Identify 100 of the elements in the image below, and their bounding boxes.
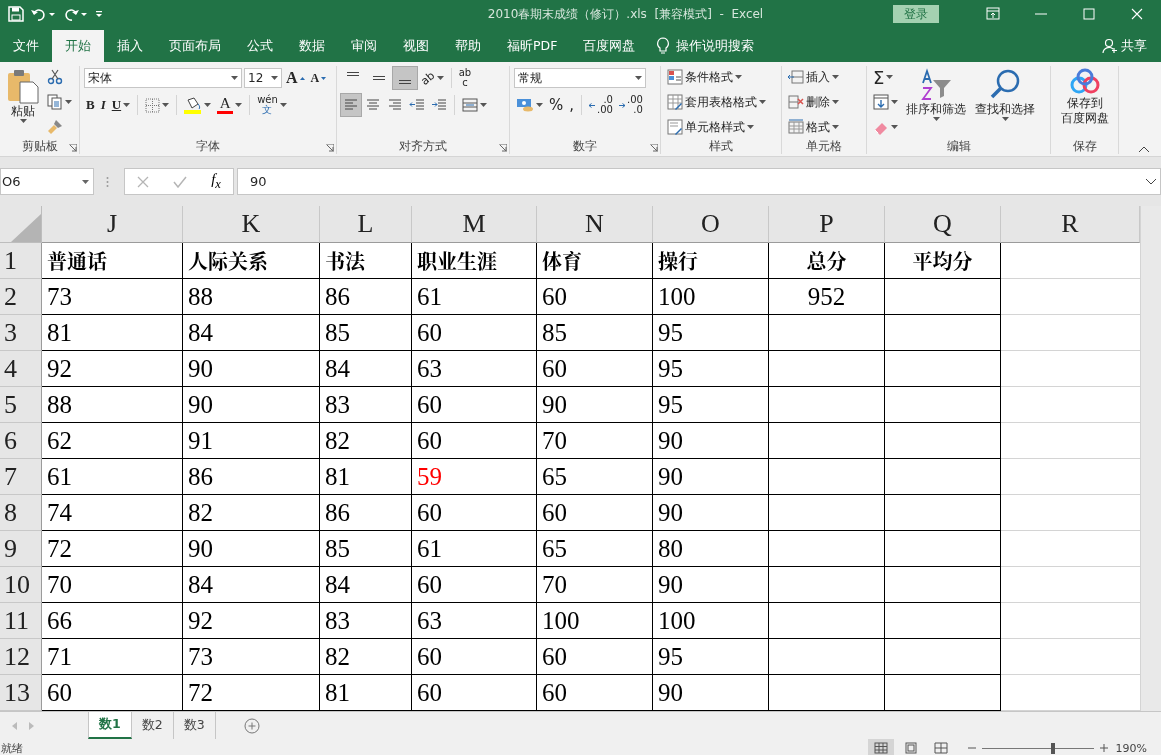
bold-button[interactable]: B [84, 94, 97, 116]
row-header[interactable]: 4 [0, 351, 42, 387]
ribbon-tab[interactable]: 数据 [286, 30, 338, 62]
font-size-field[interactable]: 12 [244, 68, 282, 88]
column-header[interactable]: O [653, 206, 769, 243]
sheet-tab[interactable]: 数1 [88, 712, 132, 739]
save-to-cloud-button[interactable]: 保存到 百度网盘 [1055, 66, 1114, 138]
row-header[interactable]: 13 [0, 675, 42, 711]
dialog-launcher-icon[interactable] [326, 144, 334, 152]
paste-button[interactable]: 粘贴 [4, 66, 42, 138]
caret-icon [123, 103, 131, 107]
table-cell: 61 [412, 531, 537, 567]
insert-cells-button[interactable]: 插入 [786, 66, 841, 88]
dialog-launcher-icon[interactable] [69, 144, 77, 152]
delete-cells-button[interactable]: 删除 [786, 91, 841, 113]
row-header[interactable]: 11 [0, 603, 42, 639]
conditional-formatting-button[interactable]: 条件格式 [665, 66, 768, 88]
row-header[interactable]: 8 [0, 495, 42, 531]
font-color-button[interactable]: A [215, 94, 245, 116]
ribbon-tab[interactable]: 审阅 [338, 30, 390, 62]
ribbon-tab[interactable]: 公式 [234, 30, 286, 62]
row-header[interactable]: 12 [0, 639, 42, 675]
column-header[interactable]: P [769, 206, 885, 243]
slider-thumb[interactable] [1051, 742, 1055, 754]
column-header[interactable]: L [320, 206, 412, 243]
quad-grid-icon [933, 742, 948, 754]
column-header[interactable]: J [42, 206, 183, 243]
expand-icon[interactable] [1146, 178, 1156, 185]
cell-styles-button[interactable]: 单元格样式 [665, 116, 768, 138]
vertical-scrollbar[interactable] [1140, 206, 1161, 711]
column-header[interactable]: K [183, 206, 320, 243]
column-header[interactable]: N [537, 206, 653, 243]
copy-button[interactable] [45, 91, 74, 113]
comma-style-button[interactable]: , [567, 94, 577, 116]
insert-function-button[interactable]: f$_{x}$ [211, 171, 221, 192]
table-cell: 63 [412, 351, 537, 387]
autosum-button[interactable]: Σ [871, 66, 900, 88]
dialog-launcher-icon[interactable] [650, 144, 658, 152]
search-hint[interactable]: 操作说明搜索 [676, 37, 755, 55]
maximize-icon[interactable] [1081, 6, 1097, 22]
ribbon-display-icon[interactable] [985, 6, 1001, 22]
save-icon[interactable] [8, 6, 24, 22]
row-header[interactable]: 5 [0, 387, 42, 423]
ribbon-tab[interactable]: 帮助 [442, 30, 494, 62]
redo-icon[interactable] [62, 6, 88, 22]
grow-font-button[interactable]: A [284, 67, 307, 89]
row-header[interactable]: 6 [0, 423, 42, 459]
ribbon-tab[interactable]: 视图 [390, 30, 442, 62]
column-header[interactable]: Q [885, 206, 1001, 243]
row-header[interactable]: 9 [0, 531, 42, 567]
wrap-text-button[interactable]: ab c [456, 67, 474, 89]
sort-filter-button[interactable]: 排序和筛选 [903, 66, 969, 138]
dialog-launcher-icon[interactable] [499, 144, 507, 152]
align-left-button[interactable] [341, 94, 361, 116]
percent-button[interactable]: % [547, 94, 566, 116]
column-header[interactable]: M [412, 206, 537, 243]
fill-color-button[interactable] [182, 94, 214, 116]
ribbon-tab[interactable]: 插入 [104, 30, 156, 62]
row-header[interactable]: 3 [0, 315, 42, 351]
normal-view-button[interactable] [867, 739, 894, 755]
close-icon[interactable] [1129, 6, 1145, 22]
cancel-icon[interactable] [137, 175, 150, 188]
person-icon [1102, 38, 1118, 54]
ribbon-tab[interactable]: 开始 [52, 30, 104, 62]
shrink-font-button[interactable]: A [308, 67, 329, 89]
ribbon-tab[interactable]: 福昕PDF [494, 30, 571, 62]
increase-decimal-button[interactable]: .0 .00 [587, 94, 615, 116]
decrease-decimal-button[interactable]: .00 .0 [616, 94, 645, 116]
triangle-down-icon [321, 76, 327, 80]
collapse-ribbon-icon[interactable] [1139, 146, 1149, 152]
customize-icon[interactable] [94, 8, 104, 20]
formula-field[interactable]: 90 [237, 168, 1161, 195]
zoom-out-icon[interactable] [967, 744, 976, 752]
phonetic-guide-button[interactable]: wén 文 [255, 94, 289, 116]
number-format-field[interactable]: 常规 [514, 68, 646, 88]
underline-button[interactable]: U [109, 94, 133, 116]
ribbon-tab[interactable]: 页面布局 [156, 30, 234, 62]
find-select-button[interactable]: 查找和选择 [972, 66, 1038, 138]
bottom-align-button[interactable] [393, 67, 417, 89]
zoom-in-icon[interactable] [1099, 744, 1108, 752]
add-sheet-icon[interactable] [243, 717, 260, 734]
check-icon[interactable] [173, 175, 188, 188]
undo-icon[interactable] [30, 6, 56, 22]
fill-button[interactable] [871, 91, 900, 113]
share-button[interactable]: 共享 [1096, 30, 1153, 62]
font-name-field[interactable]: 宋体 [84, 68, 242, 88]
column-header[interactable]: R [1001, 206, 1140, 243]
orientation-button[interactable]: ab [419, 67, 446, 89]
login-button[interactable]: 登录 [893, 5, 939, 23]
name-box[interactable]: O6 [0, 168, 94, 195]
row-header[interactable]: 7 [0, 459, 42, 495]
row-header[interactable]: 2 [0, 279, 42, 315]
row-header[interactable]: 1 [0, 243, 42, 279]
zoom-level[interactable]: 190% [1115, 741, 1147, 755]
format-cells-button[interactable]: 格式 [786, 116, 841, 138]
ribbon-tab[interactable]: 百度网盘 [570, 30, 649, 62]
italic-button[interactable]: I [98, 94, 108, 116]
format-as-table-button[interactable]: 套用表格格式 [665, 91, 768, 113]
row-header[interactable]: 10 [0, 567, 42, 603]
ribbon-tab[interactable]: 文件 [0, 30, 52, 62]
